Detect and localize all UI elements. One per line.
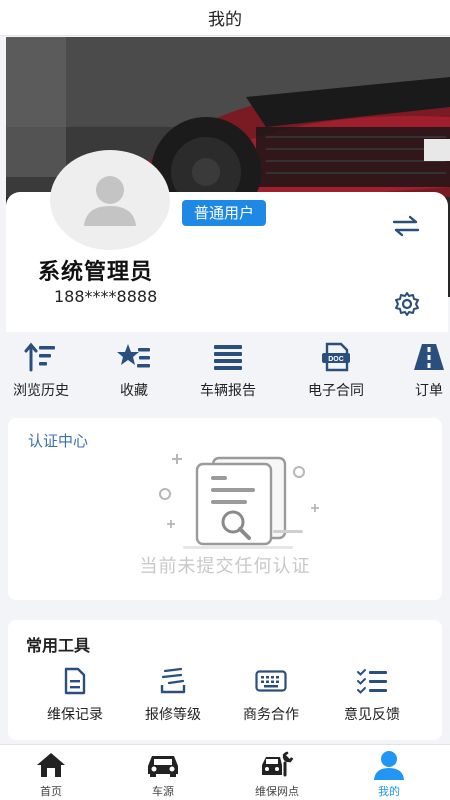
tab-mine[interactable]: 我的 [344, 749, 434, 799]
svg-text:DOC: DOC [328, 356, 344, 363]
page-title: 我的 [208, 10, 242, 30]
tool-item-label: 维保记录 [47, 707, 103, 723]
quick-item-label: 车辆报告 [200, 383, 256, 399]
empty-document-icon [153, 450, 323, 554]
avatar[interactable] [50, 150, 170, 250]
tab-car-source[interactable]: 车源 [118, 749, 208, 799]
tab-label: 首页 [40, 785, 62, 798]
switch-account-icon[interactable] [392, 214, 420, 242]
tool-item-repair-level[interactable]: 报修等级 [138, 666, 208, 724]
user-phone: 188****8888 [54, 287, 158, 306]
tools-card: 常用工具 维保记录 报修等级 商务合作 意见反馈 [8, 620, 442, 740]
quick-menu: 浏览历史 收藏 车辆报告 DOC 电子合同 订单 [0, 340, 450, 410]
role-badge: 普通用户 [182, 200, 267, 226]
checklist-icon [336, 666, 408, 696]
quick-item-favorites[interactable]: 收藏 [104, 340, 164, 400]
tab-service-outlets[interactable]: 维保网点 [232, 749, 322, 799]
tab-label: 我的 [378, 785, 400, 798]
stack-icon [138, 666, 208, 696]
home-icon [6, 749, 96, 781]
star-list-icon [104, 340, 164, 374]
user-name: 系统管理员 [38, 260, 154, 285]
tool-item-label: 意见反馈 [344, 707, 400, 723]
road-order-icon [408, 340, 450, 374]
tab-label: 车源 [152, 785, 174, 798]
report-lines-icon [192, 340, 264, 374]
sort-history-icon [8, 340, 74, 374]
quick-item-label: 收藏 [120, 383, 148, 399]
document-icon [40, 666, 110, 696]
certification-title[interactable]: 认证中心 [28, 430, 88, 451]
user-icon [344, 749, 434, 781]
tools-title: 常用工具 [26, 636, 91, 655]
tool-item-label: 商务合作 [243, 707, 299, 723]
car-icon [118, 749, 208, 781]
doc-contract-icon: DOC [300, 340, 372, 374]
bottom-tab-bar: 首页 车源 维保网点 我的 [0, 744, 450, 800]
tool-item-feedback[interactable]: 意见反馈 [336, 666, 408, 724]
quick-item-vehicle-report[interactable]: 车辆报告 [192, 340, 264, 400]
quick-item-contract[interactable]: DOC 电子合同 [300, 340, 372, 400]
tab-label: 维保网点 [255, 785, 299, 798]
tool-item-business-cooperation[interactable]: 商务合作 [236, 666, 306, 724]
quick-item-orders[interactable]: 订单 [408, 340, 450, 400]
settings-gear-icon[interactable] [394, 291, 420, 321]
certification-card: 认证中心 当前未提交任何认证 [8, 418, 442, 600]
quick-item-label: 浏览历史 [13, 383, 69, 399]
tab-home[interactable]: 首页 [6, 749, 96, 799]
quick-item-history[interactable]: 浏览历史 [8, 340, 74, 400]
default-user-icon [84, 176, 136, 226]
tool-item-label: 报修等级 [145, 707, 201, 723]
tool-item-maintenance-records[interactable]: 维保记录 [40, 666, 110, 724]
keyboard-icon [236, 666, 306, 696]
quick-item-label: 电子合同 [308, 383, 364, 399]
title-bar: 我的 [0, 0, 450, 36]
repair-car-icon [232, 749, 322, 781]
certification-empty-text: 当前未提交任何认证 [139, 556, 311, 577]
quick-item-label: 订单 [415, 383, 443, 399]
